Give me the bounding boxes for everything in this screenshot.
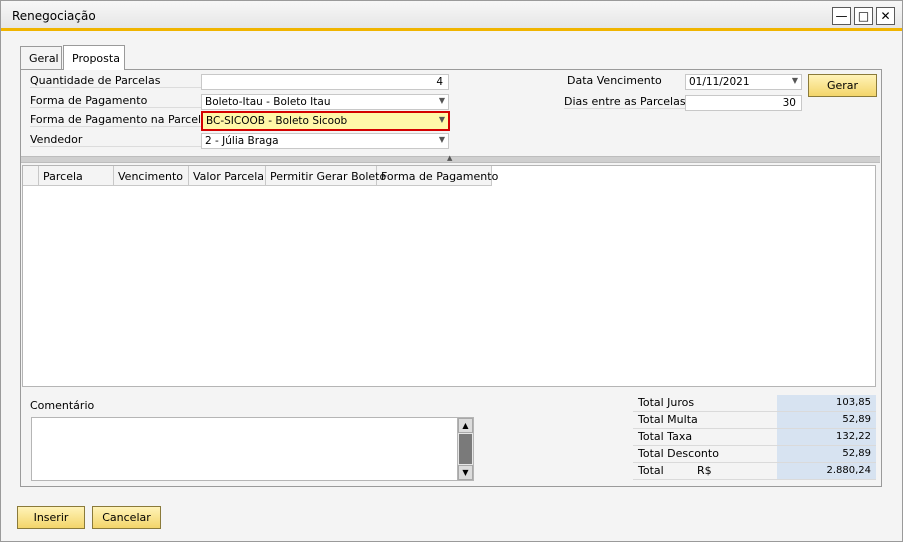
total-multa-label: Total Multa <box>638 413 698 426</box>
total-desconto-row: Total Desconto 52,89 <box>633 446 876 463</box>
forma-pagamento-label: Forma de Pagamento <box>30 94 201 108</box>
grid-row-header <box>23 166 39 186</box>
total-taxa-label: Total Taxa <box>638 430 693 443</box>
title-bar: Renegociação — □ ✕ <box>1 1 902 31</box>
dropdown-arrow-icon[interactable]: ▼ <box>439 135 445 144</box>
scroll-up-icon[interactable]: ▲ <box>458 418 473 433</box>
dias-label: Dias entre as Parcelas <box>564 95 686 109</box>
col-vencimento[interactable]: Vencimento <box>114 166 189 186</box>
renegociacao-window: Renegociação — □ ✕ Geral Proposta Quanti… <box>0 0 903 542</box>
maximize-icon[interactable]: □ <box>854 7 873 25</box>
tab-proposta[interactable]: Proposta <box>63 45 125 70</box>
total-row: Total R$ 2.880,24 <box>633 463 876 480</box>
vendedor-value: 2 - Júlia Braga <box>205 135 279 147</box>
forma-pagamento-select[interactable]: Boleto-Itau - Boleto Itau ▼ <box>201 94 449 110</box>
quantidade-field[interactable]: 4 <box>201 74 449 90</box>
quantidade-label: Quantidade de Parcelas <box>30 74 201 88</box>
col-permitir-gerar-boleto[interactable]: Permitir Gerar Boleto <box>266 166 386 186</box>
forma-parcela-select[interactable]: BC-SICOOB - Boleto Sicoob ▼ <box>201 111 450 131</box>
total-desconto-label: Total Desconto <box>638 447 719 460</box>
total-multa-value: 52,89 <box>777 412 876 428</box>
comentario-label: Comentário <box>30 399 95 412</box>
splitter[interactable]: ▲ <box>21 154 880 163</box>
total-currency: R$ <box>697 464 712 477</box>
total-multa-row: Total Multa 52,89 <box>633 412 876 429</box>
splitter-up-icon: ▲ <box>447 154 453 162</box>
tab-geral[interactable]: Geral <box>20 46 62 69</box>
total-juros-row: Total Juros 103,85 <box>633 395 876 412</box>
scroll-down-icon[interactable]: ▼ <box>458 465 473 480</box>
total-taxa-value: 132,22 <box>777 429 876 445</box>
data-vencimento-select[interactable]: 01/11/2021 ▼ <box>685 74 802 90</box>
vendedor-label: Vendedor <box>30 133 201 147</box>
gerar-button[interactable]: Gerar <box>808 74 877 97</box>
total-juros-label: Total Juros <box>638 396 695 409</box>
comentario-scrollbar[interactable]: ▲ ▼ <box>457 418 473 480</box>
forma-parcela-value: BC-SICOOB - Boleto Sicoob <box>206 115 348 127</box>
total-taxa-row: Total Taxa 132,22 <box>633 429 876 446</box>
col-parcela[interactable]: Parcela <box>39 166 114 186</box>
cancelar-button[interactable]: Cancelar <box>92 506 161 529</box>
col-valor-parcela[interactable]: Valor Parcela <box>189 166 266 186</box>
comentario-textarea[interactable]: ▲ ▼ <box>31 417 474 481</box>
scroll-thumb[interactable] <box>459 434 472 464</box>
vendedor-select[interactable]: 2 - Júlia Braga ▼ <box>201 133 449 149</box>
data-vencimento-label: Data Vencimento <box>567 74 662 87</box>
dias-field[interactable]: 30 <box>685 95 802 111</box>
dropdown-arrow-icon[interactable]: ▼ <box>439 96 445 105</box>
total-value: 2.880,24 <box>777 463 876 479</box>
grid-header: Parcela Vencimento Valor Parcela Permiti… <box>23 166 498 186</box>
total-desconto-value: 52,89 <box>777 446 876 462</box>
dropdown-arrow-icon[interactable]: ▼ <box>792 76 798 85</box>
minimize-icon[interactable]: — <box>832 7 851 25</box>
parcelas-grid: Parcela Vencimento Valor Parcela Permiti… <box>22 165 876 387</box>
window-title: Renegociação <box>12 9 96 23</box>
inserir-button[interactable]: Inserir <box>17 506 85 529</box>
total-label: Total <box>638 464 664 477</box>
forma-parcela-label: Forma de Pagamento na Parcela <box>30 113 208 127</box>
col-forma-pagamento[interactable]: Forma de Pagamento <box>377 166 498 186</box>
forma-pagamento-value: Boleto-Itau - Boleto Itau <box>205 96 331 108</box>
dropdown-arrow-icon[interactable]: ▼ <box>439 115 445 124</box>
total-juros-value: 103,85 <box>777 395 876 411</box>
close-icon[interactable]: ✕ <box>876 7 895 25</box>
data-vencimento-value: 01/11/2021 <box>689 76 750 88</box>
